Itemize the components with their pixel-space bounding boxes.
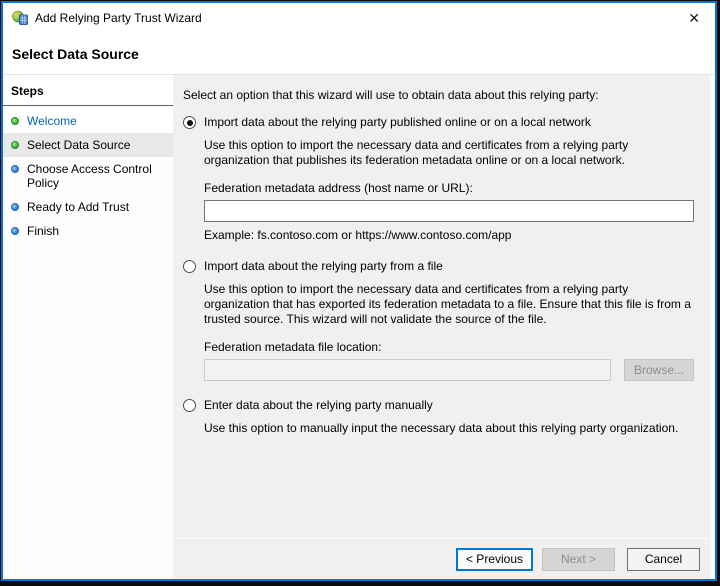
step-upcoming-icon xyxy=(11,203,19,211)
step-item-finish: Finish xyxy=(3,219,173,243)
cancel-button[interactable]: Cancel xyxy=(627,547,700,571)
wizard-window: Add Relying Party Trust Wizard ✕ Select … xyxy=(1,1,717,581)
page-title: Select Data Source xyxy=(12,45,139,62)
browse-button: Browse... xyxy=(624,359,694,381)
button-bar: < Previous Next > Cancel xyxy=(173,538,710,579)
step-item-select-data-source: Select Data Source xyxy=(3,133,173,157)
option-import-file[interactable]: Import data about the relying party from… xyxy=(183,259,694,273)
option-import-online[interactable]: Import data about the relying party publ… xyxy=(183,115,694,129)
step-upcoming-icon xyxy=(11,227,19,235)
option-enter-manually[interactable]: Enter data about the relying party manua… xyxy=(183,398,694,412)
option-import-file-details: Use this option to import the necessary … xyxy=(204,282,694,381)
option-description: Use this option to manually input the ne… xyxy=(204,421,679,435)
step-item-choose-access-control-policy: Choose Access Control Policy xyxy=(3,157,173,195)
federation-metadata-file-label: Federation metadata file location: xyxy=(204,340,382,354)
file-location-row: Browse... xyxy=(204,359,694,381)
relying-party-trust-icon xyxy=(12,10,28,26)
step-label: Ready to Add Trust xyxy=(27,200,130,214)
federation-metadata-address-label: Federation metadata address (host name o… xyxy=(204,181,473,195)
next-button: Next > xyxy=(542,547,615,571)
title-bar: Add Relying Party Trust Wizard ✕ xyxy=(3,3,715,33)
option-enter-manually-details: Use this option to manually input the ne… xyxy=(204,421,694,436)
step-label: Select Data Source xyxy=(27,138,131,152)
step-completed-icon xyxy=(11,141,19,149)
step-item-welcome: Welcome xyxy=(3,109,173,133)
previous-button[interactable]: < Previous xyxy=(455,547,533,571)
step-label: Choose Access Control Policy xyxy=(27,162,152,190)
step-item-ready-to-add-trust: Ready to Add Trust xyxy=(3,195,173,219)
option-description: Use this option to import the necessary … xyxy=(204,138,629,167)
radio-button-icon[interactable] xyxy=(183,399,196,412)
main-panel: Select an option that this wizard will u… xyxy=(173,75,710,538)
step-label: Finish xyxy=(27,224,60,238)
option-import-online-details: Use this option to import the necessary … xyxy=(204,138,694,242)
option-label[interactable]: Import data about the relying party from… xyxy=(204,259,443,273)
steps-panel: Steps Welcome Select Data Source Choose … xyxy=(3,75,173,579)
radio-button-icon[interactable] xyxy=(183,260,196,273)
federation-metadata-address-input[interactable] xyxy=(204,200,694,222)
option-description: Use this option to import the necessary … xyxy=(204,282,691,326)
wizard-body: Steps Welcome Select Data Source Choose … xyxy=(3,74,715,579)
close-icon[interactable]: ✕ xyxy=(684,9,704,27)
window-title: Add Relying Party Trust Wizard xyxy=(35,11,202,25)
example-text: Example: fs.contoso.com or https://www.c… xyxy=(204,228,512,242)
option-label[interactable]: Import data about the relying party publ… xyxy=(204,115,591,129)
intro-text: Select an option that this wizard will u… xyxy=(183,88,599,102)
option-label[interactable]: Enter data about the relying party manua… xyxy=(204,398,433,412)
page-header: Select Data Source xyxy=(3,33,715,74)
radio-button-icon[interactable] xyxy=(183,116,196,129)
federation-metadata-file-input xyxy=(204,359,611,381)
step-completed-icon xyxy=(11,117,19,125)
content-column: Select an option that this wizard will u… xyxy=(173,75,710,579)
steps-title: Steps xyxy=(3,75,173,106)
step-label: Welcome xyxy=(27,114,77,128)
step-upcoming-icon xyxy=(11,165,19,173)
